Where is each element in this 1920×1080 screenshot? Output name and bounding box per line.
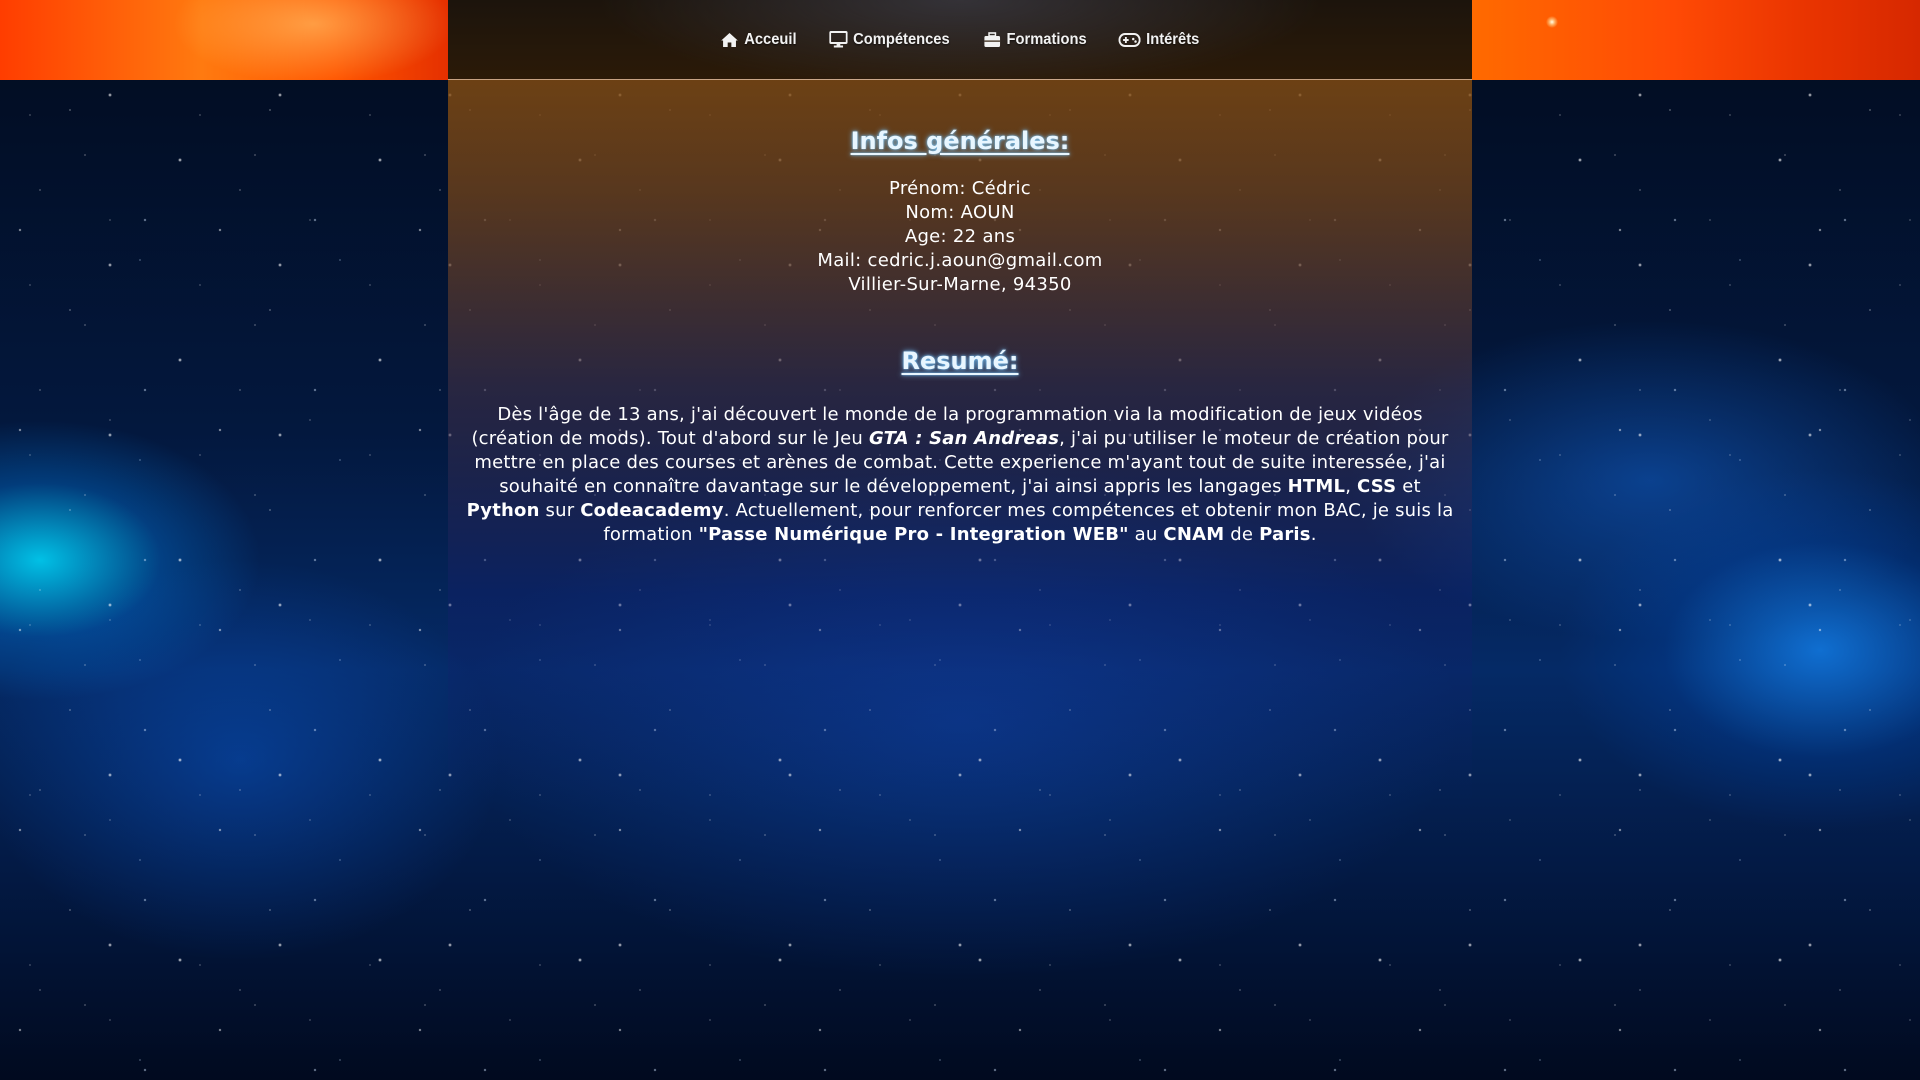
nav-list: Acceuil Compétences Formations Intérêts bbox=[717, 31, 1203, 49]
infos-list: Prénom: Cédric Nom: AOUN Age: 22 ans Mai… bbox=[448, 177, 1472, 297]
nav-item-competences[interactable]: Compétences bbox=[829, 30, 950, 49]
nav-item-acceuil[interactable]: Acceuil bbox=[720, 30, 797, 49]
nav-item-interets[interactable]: Intérêts bbox=[1118, 30, 1200, 49]
gamepad-icon bbox=[1118, 32, 1141, 47]
resume-title: Resumé: bbox=[901, 347, 1019, 375]
resume-text: . bbox=[1310, 524, 1317, 545]
info-prenom: Prénom: Cédric bbox=[889, 178, 1031, 199]
resume-city: Paris bbox=[1259, 524, 1311, 545]
info-nom: Nom: AOUN bbox=[905, 202, 1015, 223]
info-age: Age: 22 ans bbox=[904, 226, 1016, 247]
nav-item-label: Compétences bbox=[853, 30, 950, 48]
resume-platform: Codeacademy bbox=[580, 500, 724, 521]
nav-item-label: Intérêts bbox=[1146, 30, 1200, 48]
nav-item-label: Acceuil bbox=[744, 30, 797, 48]
resume-formation: "Passe Numérique Pro - Integration WEB" bbox=[698, 524, 1129, 545]
resume-text: et bbox=[1396, 476, 1421, 497]
resume-school: CNAM bbox=[1163, 524, 1225, 545]
infos-title: Infos générales: bbox=[850, 127, 1070, 155]
left-header-banner bbox=[0, 0, 448, 80]
briefcase-icon bbox=[983, 31, 1000, 48]
resume-text: , bbox=[1345, 476, 1358, 497]
home-icon bbox=[720, 32, 738, 48]
nav-item-label: Formations bbox=[1006, 30, 1087, 48]
resume-text: de bbox=[1224, 524, 1260, 545]
resume-text: sur bbox=[539, 500, 581, 521]
desktop-icon bbox=[829, 31, 848, 48]
nav-item-formations[interactable]: Formations bbox=[983, 30, 1087, 49]
right-header-banner bbox=[1472, 0, 1920, 80]
info-mail: Mail: cedric.j.aoun@gmail.com bbox=[817, 250, 1103, 271]
top-navbar: Acceuil Compétences Formations Intérêts bbox=[448, 0, 1472, 80]
main-content: Infos générales: Prénom: Cédric Nom: AOU… bbox=[448, 79, 1472, 547]
info-adresse: Villier-Sur-Marne, 94350 bbox=[848, 274, 1072, 295]
resume-lang-python: Python bbox=[466, 500, 540, 521]
resume-lang-css: CSS bbox=[1357, 476, 1397, 497]
resume-text: au bbox=[1128, 524, 1164, 545]
resume-game: GTA : San Andreas bbox=[868, 428, 1060, 449]
resume-paragraph: Dès l'âge de 13 ans, j'ai découvert le m… bbox=[465, 403, 1455, 547]
resume-lang-html: HTML bbox=[1287, 476, 1346, 497]
